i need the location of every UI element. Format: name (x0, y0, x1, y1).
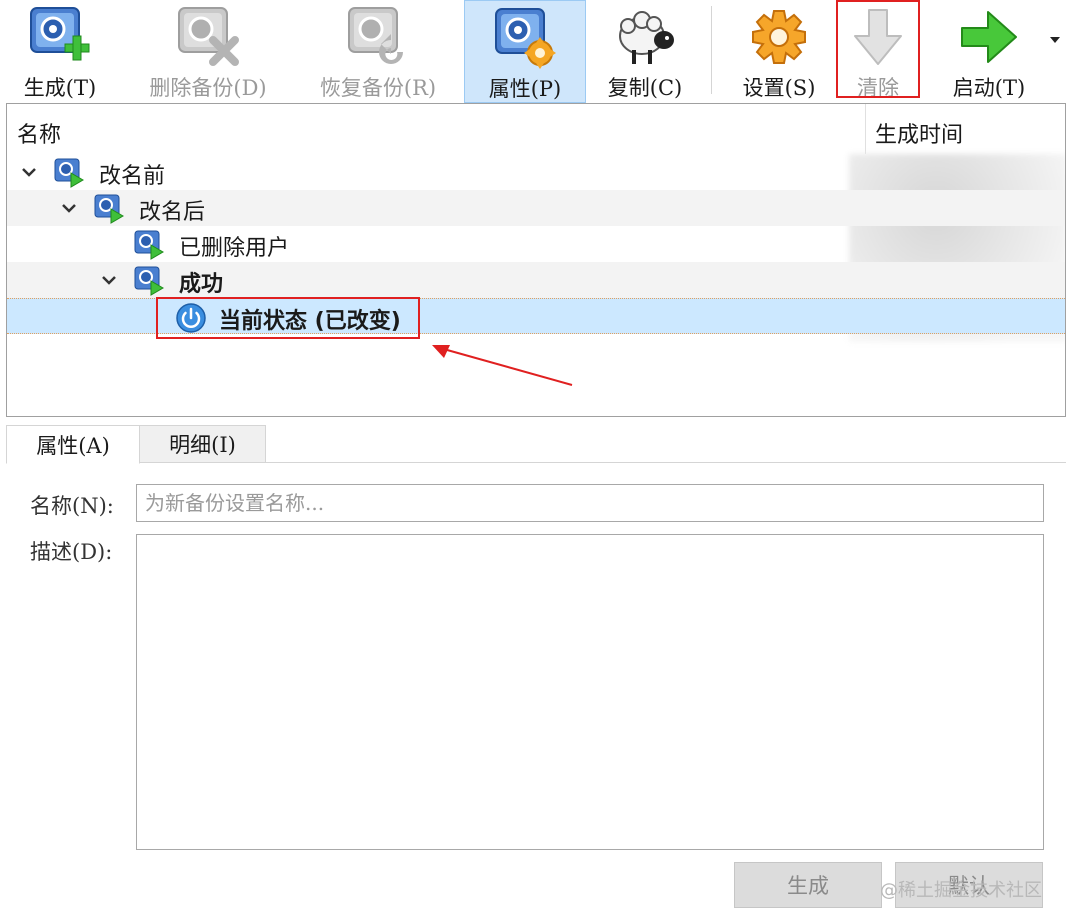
take-snapshot-button[interactable]: 生成(T) (4, 0, 116, 103)
snapshot-restore-icon (345, 4, 411, 70)
chevron-down-icon[interactable] (59, 198, 79, 218)
snapshot-icon (134, 266, 164, 296)
discard-button[interactable]: 清除 (838, 0, 918, 103)
snapshot-name-input[interactable] (136, 484, 1044, 522)
snapshot-settings-icon (492, 5, 558, 71)
watermark-text: @稀土掘金技术社区 (880, 880, 1042, 901)
snapshot-icon (134, 230, 164, 260)
delete-snapshot-button[interactable]: 删除备份(D) (130, 0, 286, 103)
annotation-arrow-icon (432, 345, 573, 386)
snapshot-add-icon (27, 4, 93, 70)
create-button[interactable]: 生成 (734, 862, 882, 908)
toolbar: 生成(T) 删除备份(D) 恢复备份(R) 属性(P) 复制(C) 设置(S) … (0, 0, 1066, 103)
column-time-header[interactable]: 生成时间 (875, 117, 963, 149)
take-snapshot-label: 生成(T) (23, 76, 97, 100)
tree-node-label: 当前状态 (已改变) (219, 309, 401, 334)
tree-node[interactable]: 改名后 (7, 190, 1065, 226)
chevron-down-icon[interactable] (19, 162, 39, 182)
description-field-label: 描述(D): (30, 540, 113, 564)
tab-attributes[interactable]: 属性(A) (6, 425, 140, 464)
tab-bar: 属性(A) 明细(I) (6, 425, 1066, 464)
start-label: 启动(T) (952, 76, 1026, 100)
start-dropdown-arrow[interactable] (1048, 30, 1062, 50)
tree-node-label: 已删除用户 (179, 236, 290, 261)
column-separator[interactable] (865, 104, 866, 154)
settings-label: 设置(S) (742, 76, 816, 100)
column-name-header[interactable]: 名称 (17, 117, 61, 149)
tree-header: 名称 生成时间 (7, 104, 1065, 154)
tree-node-current-state[interactable]: 当前状态 (已改变) (7, 298, 1065, 334)
clone-label: 复制(C) (607, 76, 683, 100)
restore-snapshot-label: 恢复备份(R) (319, 76, 437, 100)
sheep-clone-icon (612, 4, 678, 70)
snapshot-description-input[interactable] (136, 534, 1044, 850)
power-icon (176, 303, 206, 333)
clone-button[interactable]: 复制(C) (594, 0, 696, 103)
properties-button[interactable]: 属性(P) (464, 0, 586, 103)
snapshot-delete-icon (175, 4, 241, 70)
chevron-down-icon[interactable] (99, 270, 119, 290)
tree-node-label: 改名前 (99, 164, 166, 189)
tree-node-label: 成功 (179, 272, 224, 297)
restore-snapshot-button[interactable]: 恢复备份(R) (300, 0, 456, 103)
start-button[interactable]: 启动(T) (936, 0, 1042, 103)
tree-node[interactable]: 成功 (7, 262, 1065, 298)
down-arrow-icon (845, 4, 911, 70)
snapshot-icon (54, 158, 84, 188)
delete-snapshot-label: 删除备份(D) (149, 76, 267, 100)
caret-down-icon (1050, 37, 1060, 43)
properties-label: 属性(P) (488, 77, 562, 101)
name-field-label: 名称(N): (30, 494, 114, 518)
toolbar-separator (711, 6, 712, 94)
tree-node[interactable]: 改名前 (7, 154, 1065, 190)
tab-details[interactable]: 明细(I) (140, 425, 266, 463)
gear-icon (746, 4, 812, 70)
settings-button[interactable]: 设置(S) (726, 0, 832, 103)
tree-node-label: 改名后 (139, 200, 206, 225)
tree-node[interactable]: 已删除用户 (7, 226, 1065, 262)
snapshot-icon (94, 194, 124, 224)
green-arrow-icon (956, 4, 1022, 70)
discard-label: 清除 (857, 76, 899, 100)
